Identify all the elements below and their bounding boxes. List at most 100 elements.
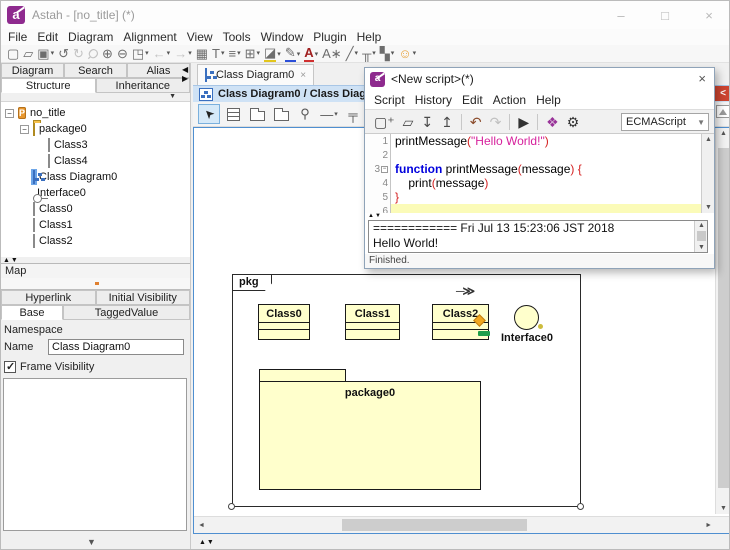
dropdown-arrow-icon[interactable]: ▾ <box>145 47 149 61</box>
dropdown-arrow-icon[interactable]: ▾ <box>297 48 301 62</box>
open-script-icon[interactable]: ▱ <box>403 114 414 130</box>
output-scrollbar-thumb[interactable] <box>697 231 706 241</box>
tree-item-class-diagram0[interactable]: Class Diagram0 <box>1 169 190 185</box>
menu-item-file[interactable]: File <box>3 30 32 44</box>
code-line-1[interactable]: 1printMessage("Hello World!") <box>365 134 714 148</box>
package0-shape[interactable]: package0 <box>259 381 481 490</box>
text-tool-icon[interactable]: T▾ <box>212 47 224 61</box>
tree-item-package0[interactable]: −package0 <box>1 121 190 137</box>
scroll-down-icon[interactable]: ▼ <box>702 204 715 211</box>
script-close-icon[interactable]: × <box>698 71 706 86</box>
script-menu-script[interactable]: Script <box>369 93 410 107</box>
tree-item-no_title[interactable]: −Pno_title <box>1 105 190 121</box>
settings-gear-icon[interactable]: ⚙ <box>567 114 580 130</box>
language-select[interactable]: ECMAScript ▼ <box>621 113 709 131</box>
tab-class-diagram0[interactable]: Class Diagram0 × <box>197 64 314 85</box>
output-scrollbar[interactable]: ▲ ▼ <box>694 221 707 252</box>
menu-item-view[interactable]: View <box>182 30 218 44</box>
code-editor[interactable]: 1printMessage("Hello World!")23−function… <box>365 134 714 213</box>
new-script-icon[interactable]: ▢⁺ <box>374 114 395 130</box>
select-cursor-icon[interactable]: ➤ <box>198 104 220 124</box>
dropdown-arrow-icon[interactable]: ▾ <box>334 110 338 118</box>
tab-alias[interactable]: Alias <box>127 63 190 78</box>
scroll-down-icon[interactable]: ▼ <box>695 244 708 251</box>
dropdown-arrow-icon[interactable]: ▾ <box>355 47 359 61</box>
code-line-2[interactable]: 2 <box>365 148 714 162</box>
align-icon[interactable]: ≡▾ <box>228 47 240 61</box>
zoom-out-icon[interactable]: ⊖ <box>117 47 128 61</box>
filter-dropdown-icon[interactable]: ▼ <box>169 93 176 100</box>
tab-search[interactable]: Search <box>64 63 127 78</box>
menu-item-alignment[interactable]: Alignment <box>118 30 181 44</box>
script-menu-action[interactable]: Action <box>488 93 531 107</box>
menu-item-edit[interactable]: Edit <box>32 30 63 44</box>
script-menu-edit[interactable]: Edit <box>457 93 488 107</box>
tab-diagram[interactable]: Diagram <box>1 63 64 78</box>
save-icon[interactable]: ▣▾ <box>37 47 54 61</box>
tab-inheritance[interactable]: Inheritance <box>96 78 191 93</box>
dependency-arrow[interactable]: ─≫ <box>456 284 473 298</box>
fold-toggle-icon[interactable]: − <box>381 166 388 173</box>
minimize-button[interactable]: – <box>599 1 643 29</box>
diagram-grid-icon[interactable]: ▦ <box>196 47 208 61</box>
collapse-toggle-icon[interactable]: − <box>5 109 14 118</box>
package-tool-icon[interactable] <box>246 104 268 124</box>
tab-structure[interactable]: Structure <box>1 78 96 93</box>
dropdown-arrow-icon[interactable]: ▾ <box>315 48 319 62</box>
collapse-panel-badge[interactable]: < <box>715 86 730 101</box>
pin-tool-icon[interactable]: ⚲ <box>294 104 316 124</box>
code-line-5[interactable]: 5} <box>365 190 714 204</box>
open-icon[interactable]: ▱ <box>23 47 33 61</box>
export-icon[interactable]: ↥ <box>441 114 453 130</box>
interface0-shape[interactable] <box>514 305 539 330</box>
maximize-button[interactable]: □ <box>643 1 687 29</box>
panel-expand-icon[interactable]: ▼ <box>87 537 96 547</box>
zoom-in-icon[interactable]: ⊕ <box>102 47 113 61</box>
fit-view-icon[interactable]: ◳▾ <box>132 47 149 61</box>
line-tool-icon[interactable]: —▾ <box>318 104 340 124</box>
script-menu-history[interactable]: History <box>410 93 457 107</box>
scroll-up-icon[interactable]: ▲ <box>695 222 708 229</box>
tab-taggedvalue[interactable]: TaggedValue <box>63 305 190 320</box>
name-field[interactable] <box>48 339 184 355</box>
frame-handle-bottom-left[interactable] <box>228 503 235 510</box>
uml-class-class0[interactable]: Class0 <box>258 304 310 340</box>
connector-icon[interactable]: ╱▾ <box>346 47 358 61</box>
scroll-up-icon[interactable]: ▲ <box>716 130 730 137</box>
image-tool-icon[interactable] <box>716 105 730 118</box>
dropdown-arrow-icon[interactable]: ▾ <box>221 47 225 61</box>
scroll-left-icon[interactable]: ◄ <box>198 522 205 529</box>
code-line-3[interactable]: 3−function printMessage(message) { <box>365 162 714 176</box>
search-icon[interactable]: Ϙ <box>88 47 98 61</box>
dropdown-arrow-icon[interactable]: ▾ <box>167 47 171 61</box>
forward-icon[interactable]: →▾ <box>174 47 192 61</box>
font-color-icon[interactable]: A▾ <box>304 46 318 62</box>
code-line-6[interactable]: 6 <box>365 204 714 213</box>
dropdown-arrow-icon[interactable]: ▾ <box>51 47 55 61</box>
tree-item-class3[interactable]: Class3 <box>1 137 190 153</box>
code-line-4[interactable]: 4 print(message) <box>365 176 714 190</box>
dropdown-arrow-icon[interactable]: ▾ <box>391 47 395 61</box>
scroll-up-icon[interactable]: ▲ <box>702 136 715 143</box>
dropdown-arrow-icon[interactable]: ▾ <box>413 47 417 61</box>
back-icon[interactable]: ←▾ <box>153 47 171 61</box>
dropdown-arrow-icon[interactable]: ▾ <box>256 47 260 61</box>
eraser-icon[interactable]: ❖ <box>546 114 559 130</box>
close-button[interactable]: × <box>687 1 730 29</box>
code-output-splitter[interactable]: ▲▼ <box>368 213 382 219</box>
undo-icon[interactable]: ↺ <box>58 47 69 61</box>
dropdown-arrow-icon[interactable]: ▾ <box>188 47 192 61</box>
horizontal-scrollbar[interactable]: ◄ ► <box>194 516 730 533</box>
tree-item-class1[interactable]: Class1 <box>1 217 190 233</box>
tree-item-interface0[interactable]: Interface0 <box>1 185 190 201</box>
new-file-icon[interactable]: ▢ <box>7 47 19 61</box>
hierarchy-icon[interactable]: ╥▾ <box>362 47 376 61</box>
subsystem-tool-icon[interactable] <box>270 104 292 124</box>
tree-item-class0[interactable]: Class0 <box>1 201 190 217</box>
tab-hyperlink[interactable]: Hyperlink <box>1 290 96 305</box>
generalization-tool-icon[interactable]: ╤ <box>342 104 364 124</box>
menu-item-diagram[interactable]: Diagram <box>63 30 118 44</box>
emoji-icon[interactable]: ☺▾ <box>398 47 416 61</box>
bottom-splitter[interactable]: ▲▼ <box>193 534 730 550</box>
uml-class-class1[interactable]: Class1 <box>345 304 400 340</box>
